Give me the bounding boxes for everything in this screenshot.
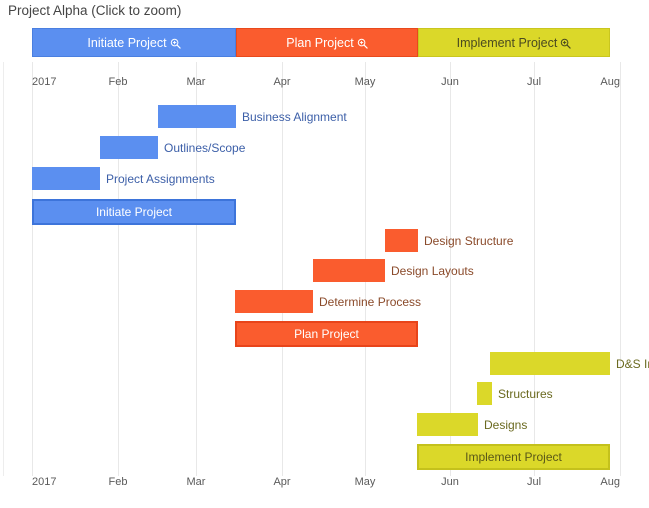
axis-tick-label: Jun [441,76,459,88]
axis-tick-label: Mar [186,476,206,488]
zoom-bar-initiate-project[interactable]: Initiate Project [32,28,236,57]
task-bar-label: Design Structure [424,233,514,248]
axis-tick-label: Feb [108,476,128,488]
task-bar-label: Business Alignment [242,109,347,124]
task-bar[interactable] [477,382,492,405]
task-bar[interactable] [417,413,478,436]
zoom-bar-label: Implement Project [456,35,558,50]
task-bar[interactable] [32,167,100,190]
axis-tick-label: Jul [526,476,542,488]
page-title: Project Alpha (Click to zoom) [8,3,182,18]
task-bar-label: Structures [498,386,553,401]
task-bar-label: Outlines/Scope [164,140,246,155]
axis-tick-label: May [354,476,376,488]
gridline [32,62,33,476]
axis-tick-label: Mar [186,76,206,88]
axis-tick-label: 2017 [32,476,57,488]
task-bar-label: Designs [484,417,528,432]
task-bar[interactable] [385,229,418,252]
zoom-bar-label: Plan Project [286,35,354,50]
axis-tick-label: Aug [600,76,620,88]
task-bar-label: D&S Integration [616,356,649,371]
task-bar[interactable] [158,105,236,128]
task-bar[interactable]: Plan Project [235,321,418,347]
gridline [620,62,621,476]
gridline [118,62,119,476]
zoom-bar-implement-project[interactable]: Implement Project [418,28,610,57]
gantt-chart: Project Alpha (Click to zoom) 2017 Feb Mar… [0,0,649,508]
task-bar[interactable]: Implement Project [417,444,610,470]
task-bar-inner-label: Initiate Project [95,205,173,219]
zoom-in-magnifier-icon[interactable] [170,36,181,50]
axis-tick-label: Aug [600,476,620,488]
task-bar-label: Design Layouts [391,263,474,278]
task-bar-inner-label: Plan Project [294,327,359,341]
zoom-in-magnifier-icon[interactable] [560,36,572,50]
zoom-bar-content: Initiate Project [87,35,181,50]
axis-tick-label: 2017 [32,76,57,88]
gridline [534,62,535,476]
zoom-bar-content: Implement Project [457,36,572,50]
axis-tick-label: May [354,76,376,88]
zoom-bar-label: Initiate Project [87,35,167,50]
task-bar[interactable]: Initiate Project [32,199,236,225]
task-bar[interactable] [235,290,313,313]
axis-tick-label: Jul [526,76,542,88]
task-bar[interactable] [313,259,385,282]
task-bar[interactable] [490,352,610,375]
axis-tick-label: Apr [273,76,291,88]
task-bar-label: Project Assignments [106,171,215,186]
axis-tick-label: Apr [273,476,291,488]
zoom-bar-plan-project[interactable]: Plan Project [236,28,418,57]
gridline-left-edge [3,62,4,476]
task-bar[interactable] [100,136,158,159]
zoom-in-magnifier-icon[interactable] [357,36,368,50]
axis-tick-label: Jun [441,476,459,488]
zoom-bar-content: Plan Project [286,35,368,50]
axis-tick-label: Feb [108,76,128,88]
gridline [282,62,283,476]
task-bar-inner-label: Implement Project [465,450,562,464]
task-bar-label: Determine Process [319,294,422,309]
